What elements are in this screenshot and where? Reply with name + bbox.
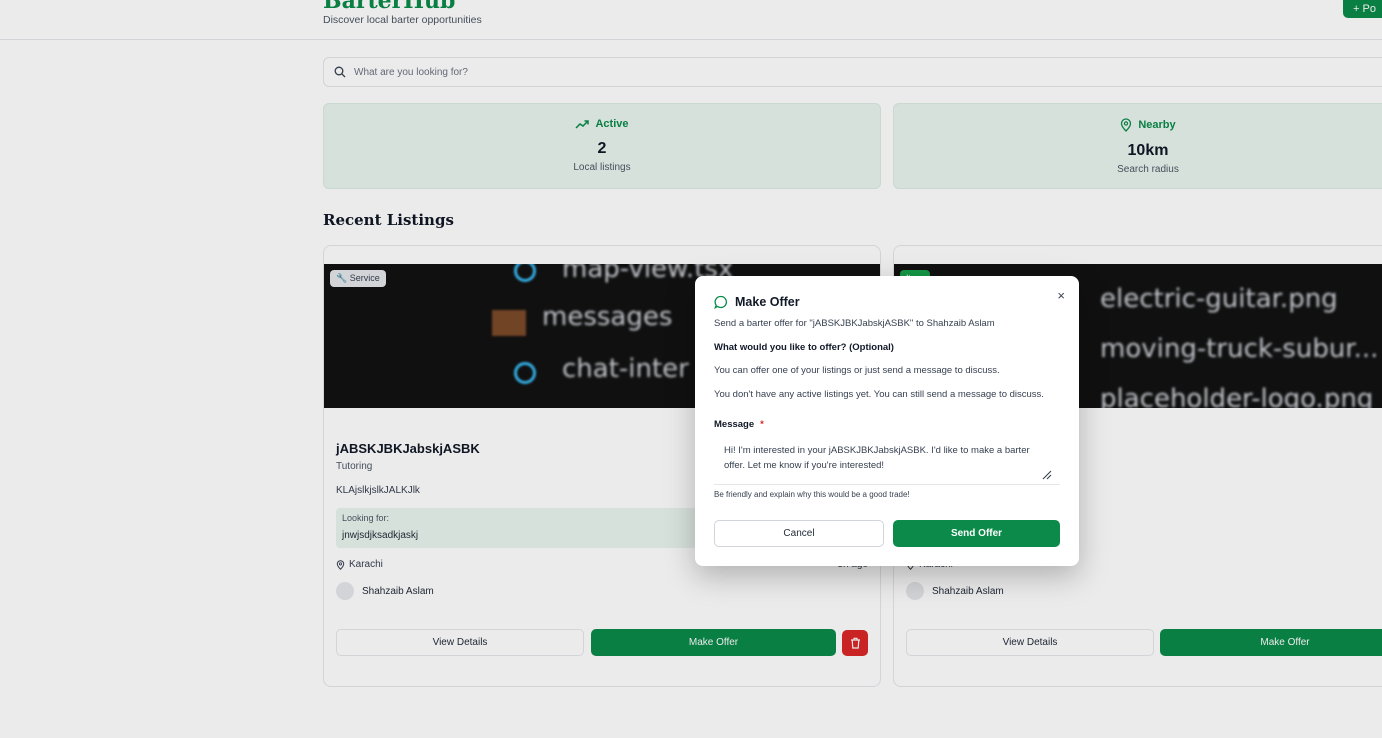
required-mark: * (760, 419, 764, 430)
message-circle-icon (714, 295, 727, 309)
message-textarea[interactable]: Hi! I'm interested in your jABSKJBKJabsk… (714, 435, 1060, 485)
offer-info: You can offer one of your listings or ju… (714, 365, 1000, 376)
message-hint: Be friendly and explain why this would b… (714, 490, 910, 499)
dialog-title: Make Offer (714, 295, 800, 309)
send-offer-button[interactable]: Send Offer (893, 520, 1060, 547)
offer-question: What would you like to offer? (Optional) (714, 342, 894, 353)
no-listings-info: You don't have any active listings yet. … (714, 389, 1044, 400)
close-icon[interactable]: × (1057, 288, 1065, 303)
message-label: Message * (714, 419, 764, 430)
modal-backdrop[interactable] (0, 0, 1382, 738)
resize-handle-icon[interactable] (1042, 470, 1052, 480)
cancel-button[interactable]: Cancel (714, 520, 884, 547)
make-offer-dialog: × Make Offer Send a barter offer for "jA… (695, 276, 1079, 566)
dialog-subtitle: Send a barter offer for "jABSKJBKJabskjA… (714, 318, 995, 329)
